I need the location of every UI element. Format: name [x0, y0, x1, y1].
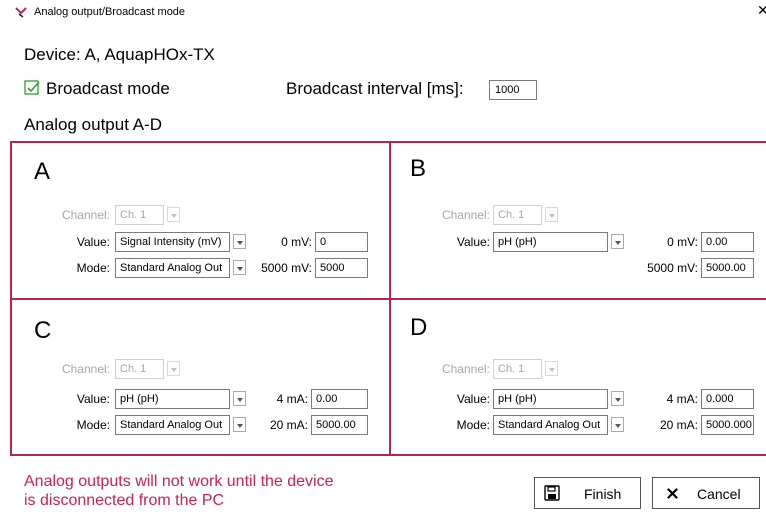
broadcast-mode-label[interactable]: Broadcast mode	[46, 79, 170, 99]
grid-top-line	[10, 141, 766, 143]
broadcast-mode-checkbox[interactable]	[24, 80, 40, 96]
channel-select[interactable]: Ch. 1	[115, 359, 164, 379]
warning-line-1: Analog outputs will not work until the d…	[24, 473, 334, 490]
high-range-input[interactable]: 5000.000	[701, 415, 754, 435]
chevron-down-icon[interactable]	[611, 391, 624, 406]
channel-label: Channel:	[441, 362, 490, 376]
chevron-down-icon[interactable]	[167, 361, 180, 376]
quadrant-letter: A	[34, 158, 51, 185]
mode-select[interactable]: Standard Analog Out	[115, 415, 230, 435]
quadrant-letter: D	[410, 314, 428, 341]
warning-line-2: is disconnected from the PC	[24, 492, 225, 509]
floppy-disk-icon	[544, 485, 560, 501]
chevron-down-icon[interactable]	[611, 417, 624, 432]
value-label: Value:	[456, 235, 490, 249]
window-title: Analog output/Broadcast mode	[34, 6, 186, 18]
channel-select[interactable]: Ch. 1	[115, 205, 164, 225]
high-range-input[interactable]: 5000	[315, 258, 368, 278]
device-label: Device: A, AquapHOx-TX	[24, 45, 215, 64]
chevron-down-icon[interactable]	[233, 260, 246, 275]
broadcast-interval-input[interactable]: 1000	[489, 80, 537, 100]
chevron-down-icon[interactable]	[545, 207, 558, 222]
grid-vertical-line	[389, 141, 391, 456]
chevron-down-icon[interactable]	[545, 361, 558, 376]
chevron-down-icon[interactable]	[167, 207, 180, 222]
quadrant-letter: C	[34, 317, 52, 344]
mode-label: Mode:	[76, 261, 110, 275]
high-range-input[interactable]: 5000.00	[311, 415, 368, 435]
chevron-down-icon[interactable]	[233, 234, 246, 249]
chevron-down-icon[interactable]	[233, 417, 246, 432]
value-select[interactable]: Signal Intensity (mV)	[115, 232, 230, 252]
finish-label: Finish	[584, 486, 622, 502]
disconnect-warning: Analog outputs will not work until the d…	[24, 472, 334, 510]
grid-bottom-line	[10, 454, 766, 456]
low-range-label: 4 mA:	[666, 392, 698, 406]
channel-select[interactable]: Ch. 1	[493, 205, 542, 225]
grid-left-edge	[10, 141, 12, 456]
mode-label: Mode:	[456, 418, 490, 432]
chevron-down-icon[interactable]	[611, 234, 624, 249]
cancel-button[interactable]: Cancel	[652, 477, 760, 509]
value-select[interactable]: pH (pH)	[493, 389, 608, 409]
cross-icon	[667, 488, 678, 499]
value-label: Value:	[76, 392, 110, 406]
mode-select[interactable]: Standard Analog Out	[493, 415, 608, 435]
value-select[interactable]: pH (pH)	[115, 389, 230, 409]
cancel-label: Cancel	[697, 486, 741, 502]
high-range-input[interactable]: 5000.00	[701, 258, 754, 278]
low-range-label: 4 mA:	[276, 392, 308, 406]
app-logo-icon	[15, 7, 27, 18]
high-range-label: 5000 mV:	[261, 261, 312, 275]
value-label: Value:	[456, 392, 490, 406]
broadcast-interval-label: Broadcast interval [ms]:	[286, 79, 464, 98]
quadrant-letter: B	[410, 155, 427, 182]
low-range-label: 0 mV:	[667, 235, 698, 249]
low-range-input[interactable]: 0	[315, 232, 368, 252]
low-range-input[interactable]: 0.00	[311, 389, 368, 409]
low-range-label: 0 mV:	[281, 235, 312, 249]
mode-select[interactable]: Standard Analog Out	[115, 258, 230, 278]
high-range-label: 20 mA:	[659, 418, 698, 432]
title-bar: Analog output/Broadcast mode ✕	[0, 0, 766, 24]
channel-select[interactable]: Ch. 1	[493, 359, 542, 379]
mode-label: Mode:	[76, 418, 110, 432]
finish-button[interactable]: Finish	[534, 477, 641, 509]
high-range-label: 20 mA:	[269, 418, 308, 432]
grid-middle-line	[10, 298, 766, 300]
channel-label: Channel:	[441, 208, 490, 222]
channel-label: Channel:	[61, 208, 110, 222]
chevron-down-icon[interactable]	[233, 391, 246, 406]
analog-output-heading: Analog output A-D	[24, 115, 162, 134]
low-range-input[interactable]: 0.00	[701, 232, 754, 252]
value-select[interactable]: pH (pH)	[493, 232, 608, 252]
low-range-input[interactable]: 0.000	[701, 389, 754, 409]
value-label: Value:	[76, 235, 110, 249]
high-range-label: 5000 mV:	[647, 261, 698, 275]
channel-label: Channel:	[61, 362, 110, 376]
close-icon[interactable]: ✕	[757, 2, 766, 19]
